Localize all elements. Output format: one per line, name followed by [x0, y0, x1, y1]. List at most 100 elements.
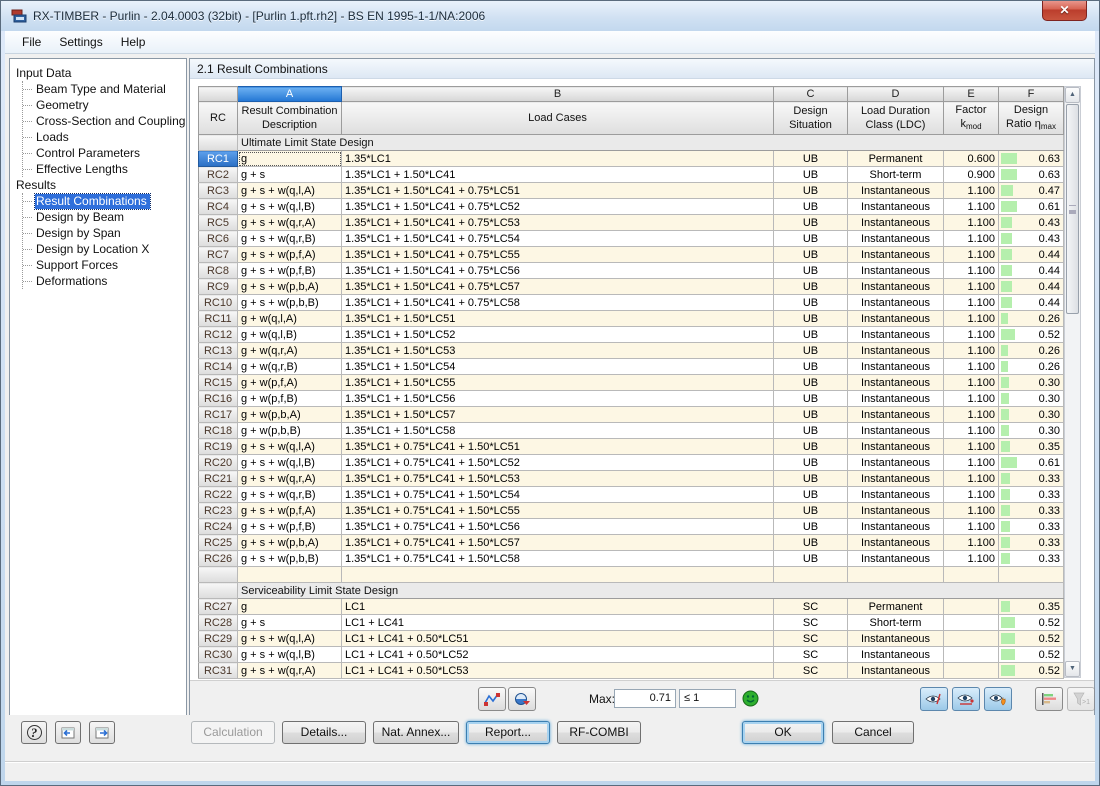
row-header-rc16[interactable]: RC16: [199, 391, 238, 407]
row-header-rc28[interactable]: RC28: [199, 615, 238, 631]
cell-design-ratio[interactable]: 0.63: [999, 151, 1064, 167]
cell-load-cases[interactable]: 1.35*LC1 + 0.75*LC41 + 1.50*LC56: [342, 519, 774, 535]
help-button[interactable]: ?: [21, 721, 47, 744]
cell-design-ratio[interactable]: 0.33: [999, 503, 1064, 519]
vertical-scrollbar[interactable]: ▲ ▼: [1064, 86, 1081, 678]
cell-design-ratio[interactable]: 0.26: [999, 343, 1064, 359]
cell-ldc[interactable]: Instantaneous: [848, 215, 944, 231]
cell-design-situation[interactable]: SC: [774, 663, 848, 679]
cell-design-ratio[interactable]: 0.43: [999, 215, 1064, 231]
cell-load-cases[interactable]: LC1 + LC41 + 0.50*LC52: [342, 647, 774, 663]
row-header-rc21[interactable]: RC21: [199, 471, 238, 487]
cell-load-cases[interactable]: 1.35*LC1 + 1.50*LC41 + 0.75*LC51: [342, 183, 774, 199]
cell-design-ratio[interactable]: 0.61: [999, 455, 1064, 471]
cell-ldc[interactable]: Instantaneous: [848, 247, 944, 263]
tree-item-result-combinations[interactable]: Result Combinations: [23, 193, 184, 209]
cancel-button[interactable]: Cancel: [832, 721, 914, 744]
cell-kmod[interactable]: 1.100: [944, 519, 999, 535]
cell-design-ratio[interactable]: 0.33: [999, 487, 1064, 503]
cell-design-ratio[interactable]: 0.35: [999, 439, 1064, 455]
cell-description[interactable]: g + s + w(q,r,B): [238, 231, 342, 247]
cell-design-ratio[interactable]: 0.35: [999, 599, 1064, 615]
cell-load-cases[interactable]: 1.35*LC1 + 1.50*LC41 + 0.75*LC56: [342, 263, 774, 279]
cell-load-cases[interactable]: 1.35*LC1 + 1.50*LC54: [342, 359, 774, 375]
tree-item-support-forces[interactable]: Support Forces: [23, 257, 184, 273]
row-header-rc18[interactable]: RC18: [199, 423, 238, 439]
cell-load-cases[interactable]: 1.35*LC1: [342, 151, 774, 167]
tree-item-loads[interactable]: Loads: [23, 129, 184, 145]
cell-ldc[interactable]: Instantaneous: [848, 503, 944, 519]
row-header-rc5[interactable]: RC5: [199, 215, 238, 231]
cell-design-ratio[interactable]: 0.33: [999, 519, 1064, 535]
cell-design-situation[interactable]: UB: [774, 183, 848, 199]
cell-design-ratio[interactable]: 0.43: [999, 231, 1064, 247]
cell-kmod[interactable]: 1.100: [944, 231, 999, 247]
cell-load-cases[interactable]: 1.35*LC1 + 1.50*LC56: [342, 391, 774, 407]
cell-design-situation[interactable]: SC: [774, 631, 848, 647]
row-header-rc12[interactable]: RC12: [199, 327, 238, 343]
cell-kmod[interactable]: 1.100: [944, 551, 999, 567]
cell-kmod[interactable]: 1.100: [944, 535, 999, 551]
cell-description[interactable]: g + s + w(p,f,B): [238, 519, 342, 535]
cell-design-ratio[interactable]: 0.52: [999, 631, 1064, 647]
cell-description[interactable]: g + s: [238, 615, 342, 631]
cell-description[interactable]: g + s + w(q,l,B): [238, 199, 342, 215]
cell-ldc[interactable]: Instantaneous: [848, 631, 944, 647]
row-header-rc29[interactable]: RC29: [199, 631, 238, 647]
cell-design-situation[interactable]: UB: [774, 487, 848, 503]
cell-kmod[interactable]: [944, 599, 999, 615]
cell-kmod[interactable]: 1.100: [944, 455, 999, 471]
tree-item-control-parameters[interactable]: Control Parameters: [23, 145, 184, 161]
row-header-rc1[interactable]: RC1: [199, 151, 238, 167]
cell-kmod[interactable]: 1.100: [944, 423, 999, 439]
cell-load-cases[interactable]: 1.35*LC1 + 1.50*LC52: [342, 327, 774, 343]
cell-ldc[interactable]: Short-term: [848, 615, 944, 631]
cell-design-situation[interactable]: UB: [774, 423, 848, 439]
cell-design-ratio[interactable]: 0.30: [999, 423, 1064, 439]
cell-description[interactable]: g + w(p,b,B): [238, 423, 342, 439]
cell-kmod[interactable]: 1.100: [944, 199, 999, 215]
cell-design-situation[interactable]: UB: [774, 215, 848, 231]
cell-ldc[interactable]: Instantaneous: [848, 423, 944, 439]
row-header-rc27[interactable]: RC27: [199, 599, 238, 615]
tree-item-beam-type-and-material[interactable]: Beam Type and Material: [23, 81, 184, 97]
cell-design-situation[interactable]: UB: [774, 167, 848, 183]
cell-load-cases[interactable]: 1.35*LC1 + 1.50*LC57: [342, 407, 774, 423]
cell-ldc[interactable]: Instantaneous: [848, 183, 944, 199]
cell-design-ratio[interactable]: 0.26: [999, 311, 1064, 327]
cell-design-situation[interactable]: UB: [774, 439, 848, 455]
cell-description[interactable]: g + w(p,f,B): [238, 391, 342, 407]
cell-kmod[interactable]: 1.100: [944, 215, 999, 231]
cell-design-situation[interactable]: UB: [774, 199, 848, 215]
cell-description[interactable]: g + s + w(p,b,B): [238, 295, 342, 311]
ok-button[interactable]: OK: [742, 721, 824, 744]
cell-description[interactable]: g + s + w(q,l,A): [238, 631, 342, 647]
cell-design-situation[interactable]: UB: [774, 247, 848, 263]
cell-description[interactable]: g: [238, 151, 342, 167]
row-header-rc17[interactable]: RC17: [199, 407, 238, 423]
cell-kmod[interactable]: 1.100: [944, 391, 999, 407]
cell-ldc[interactable]: Instantaneous: [848, 663, 944, 679]
row-header-rc31[interactable]: RC31: [199, 663, 238, 679]
row-header-rc8[interactable]: RC8: [199, 263, 238, 279]
cell-description[interactable]: g + s: [238, 167, 342, 183]
cell-load-cases[interactable]: 1.35*LC1 + 0.75*LC41 + 1.50*LC58: [342, 551, 774, 567]
cell-ldc[interactable]: Instantaneous: [848, 279, 944, 295]
row-header-rc26[interactable]: RC26: [199, 551, 238, 567]
cell-description[interactable]: g + s + w(q,r,A): [238, 215, 342, 231]
cell-description[interactable]: g + s + w(q,r,B): [238, 487, 342, 503]
row-header-rc2[interactable]: RC2: [199, 167, 238, 183]
cell-design-ratio[interactable]: 0.30: [999, 375, 1064, 391]
cell-kmod[interactable]: [944, 647, 999, 663]
cell-design-situation[interactable]: UB: [774, 263, 848, 279]
cell-kmod[interactable]: 1.100: [944, 375, 999, 391]
tree-item-cross-section-and-coupling[interactable]: Cross-Section and Coupling: [23, 113, 184, 129]
cell-design-situation[interactable]: UB: [774, 279, 848, 295]
cell-kmod[interactable]: 1.100: [944, 295, 999, 311]
row-header-rc23[interactable]: RC23: [199, 503, 238, 519]
cell-design-ratio[interactable]: 0.44: [999, 247, 1064, 263]
cell-design-ratio[interactable]: 0.33: [999, 535, 1064, 551]
cell-load-cases[interactable]: 1.35*LC1 + 1.50*LC41 + 0.75*LC57: [342, 279, 774, 295]
cell-design-situation[interactable]: SC: [774, 599, 848, 615]
cell-description[interactable]: g + s + w(q,l,B): [238, 647, 342, 663]
